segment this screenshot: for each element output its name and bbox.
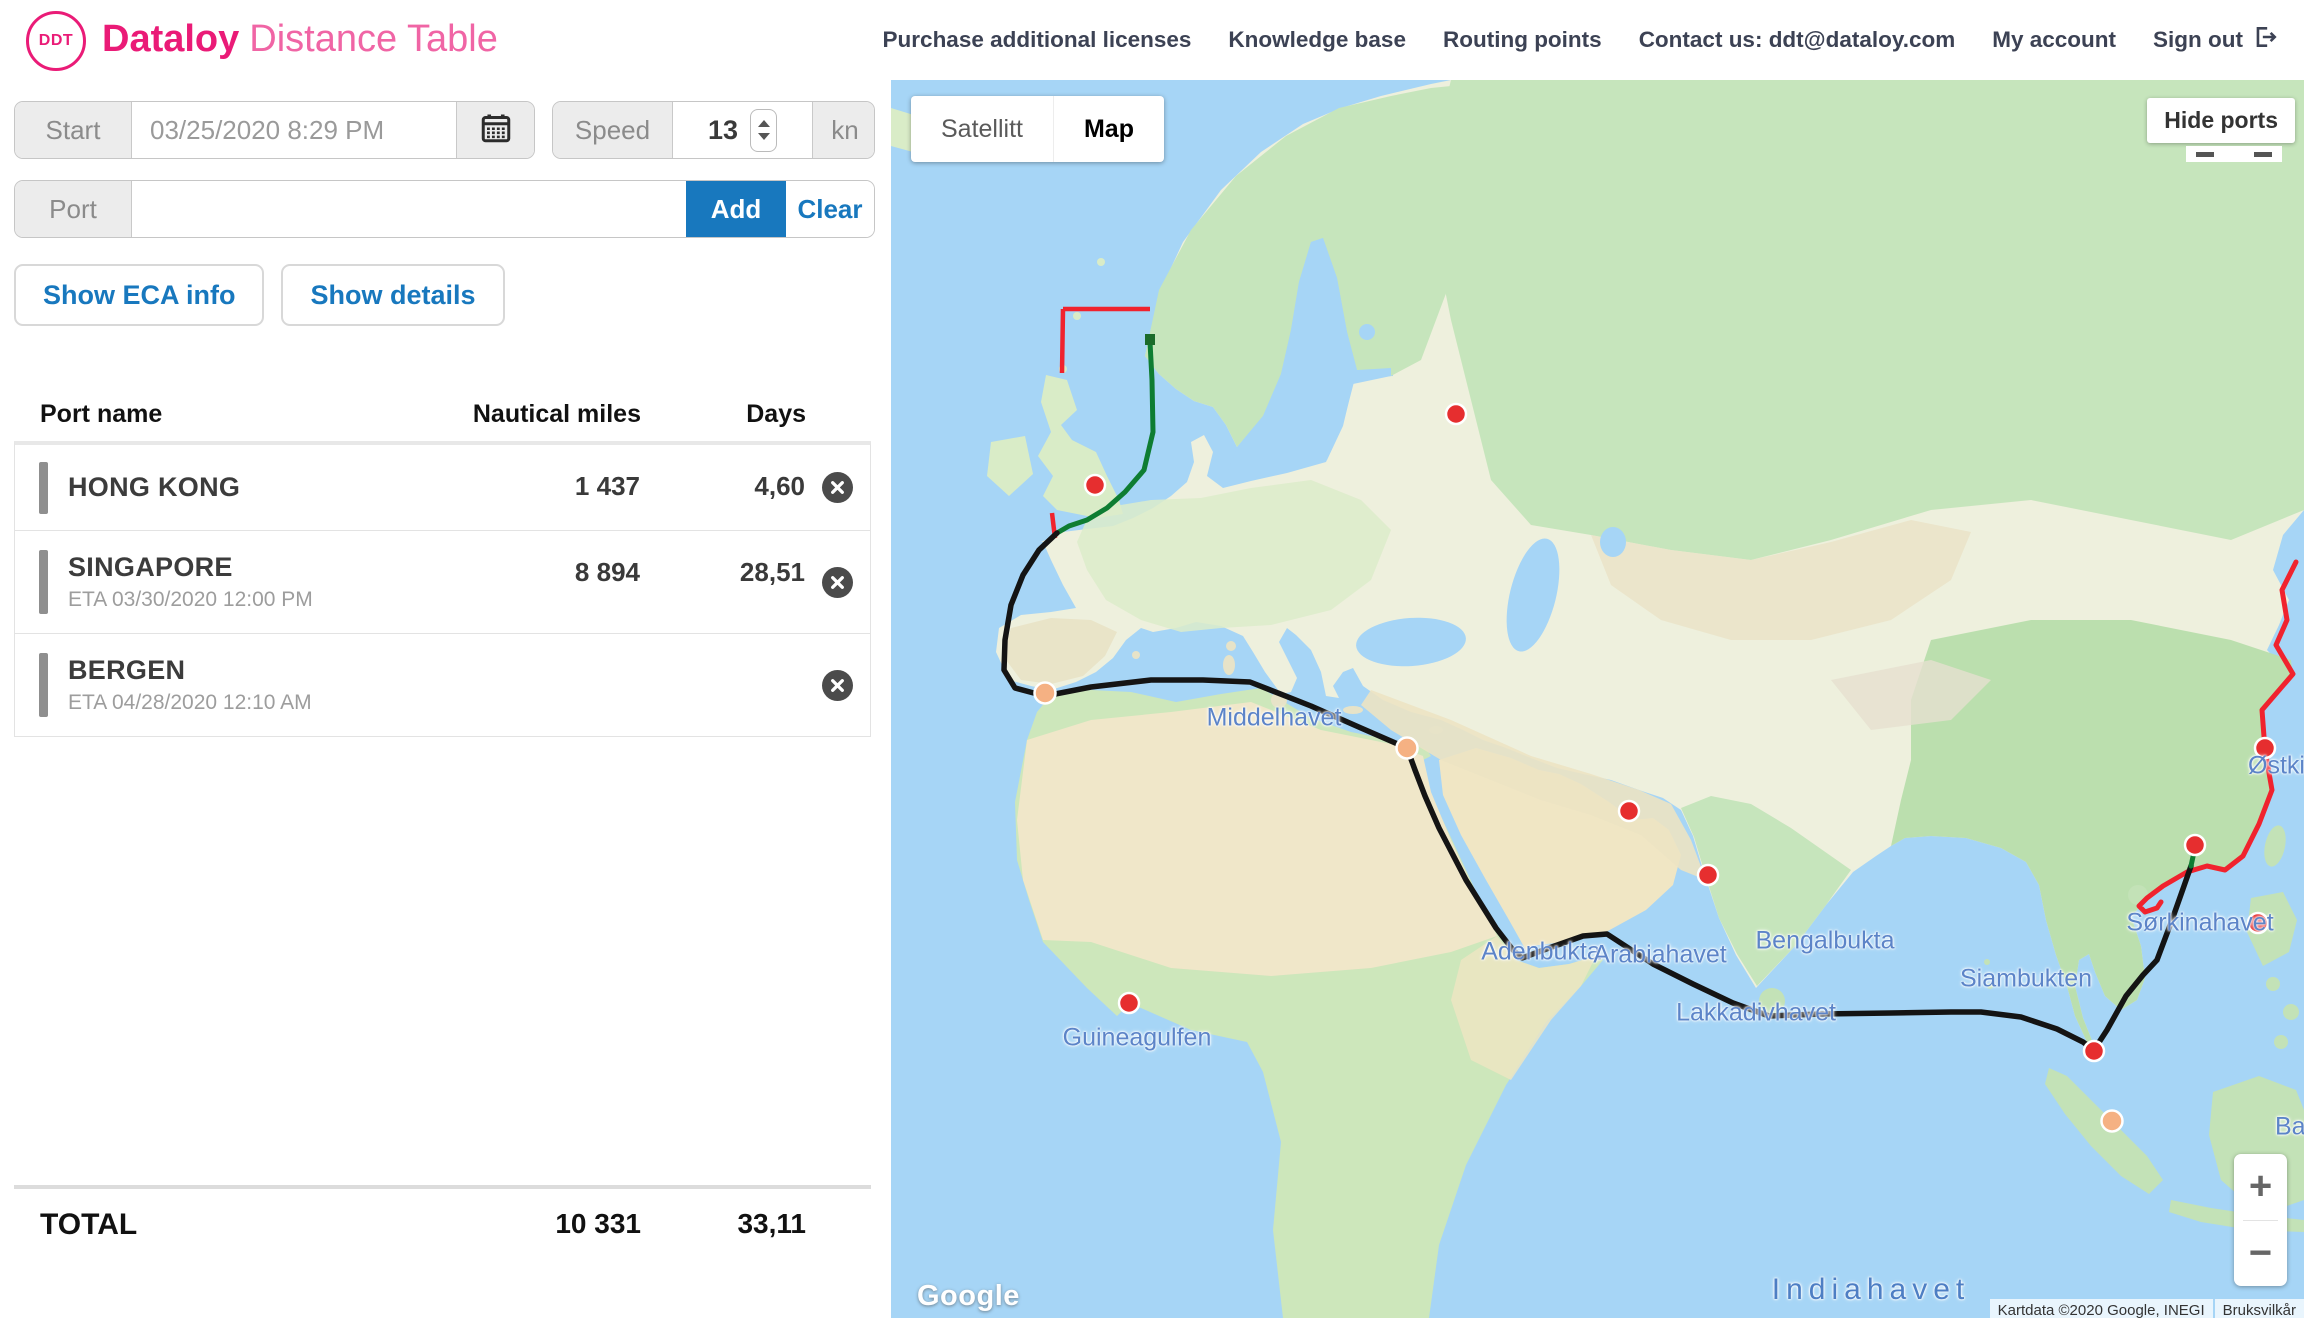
dataloy-logo-icon: DDT [26, 11, 86, 71]
zoom-in-button[interactable]: + [2234, 1154, 2287, 1220]
speed-unit: kn [812, 102, 875, 158]
map-type-satellite[interactable]: Satellitt [911, 96, 1053, 162]
col-port-name: Port name [14, 400, 431, 429]
clear-button[interactable]: Clear [786, 181, 874, 237]
show-eca-button[interactable]: Show ECA info [14, 264, 264, 326]
map-type-map[interactable]: Map [1053, 96, 1164, 162]
table-row-singapore: SINGAPORE ETA 03/30/2020 12:00 PM 8 894 2… [15, 530, 870, 633]
start-date-group: Start [14, 101, 535, 159]
nav-contact-us[interactable]: Contact us: ddt@dataloy.com [1639, 27, 1956, 53]
port-eta: ETA 04/28/2020 12:10 AM [68, 691, 430, 715]
port-input[interactable] [132, 181, 686, 237]
port-name: HONG KONG [68, 472, 430, 503]
remove-port-button[interactable] [822, 472, 853, 503]
speed-input[interactable]: 13 [673, 102, 812, 158]
nav-knowledge-base[interactable]: Knowledge base [1228, 27, 1406, 53]
total-days: 33,11 [641, 1208, 806, 1242]
calendar-icon [478, 110, 514, 151]
world-map [891, 80, 2304, 1318]
stepper-up-icon[interactable] [758, 120, 770, 127]
map-zoom-control: + − [2234, 1154, 2287, 1286]
table-row-hong-kong: HONG KONG 1 437 4,60 [15, 445, 870, 530]
row-days [640, 634, 805, 736]
nav-routing-points[interactable]: Routing points [1443, 27, 1602, 53]
brand-name: Dataloy [102, 18, 239, 60]
show-details-button[interactable]: Show details [281, 264, 504, 326]
zoom-out-button[interactable]: − [2234, 1221, 2287, 1287]
toggle-buttons: Show ECA info Show details [14, 264, 505, 326]
port-name: SINGAPORE [68, 552, 430, 583]
total-divider [14, 1185, 871, 1189]
nav-sign-out[interactable]: Sign out [2153, 24, 2278, 56]
speed-value: 13 [708, 115, 738, 146]
add-port-button[interactable]: Add [686, 181, 786, 237]
remove-port-button[interactable] [822, 670, 853, 701]
row-days: 28,51 [640, 531, 805, 633]
route-planner-panel: Start Speed 13 kn Port Add Clear Show EC… [0, 80, 891, 1318]
app-header: DDT DataloyDistance Table Purchase addit… [0, 0, 2304, 81]
sign-out-icon [2252, 24, 2278, 56]
stepper-down-icon[interactable] [758, 133, 770, 140]
map-attribution: Kartdata ©2020 Google, INEGI Bruksvilkår [1990, 1298, 2304, 1318]
speed-stepper[interactable] [750, 109, 777, 152]
row-miles: 8 894 [430, 531, 640, 633]
logo-badge: DDT [39, 32, 73, 50]
col-days: Days [641, 400, 806, 429]
hide-ports-button[interactable]: Hide ports [2147, 98, 2295, 143]
port-name: BERGEN [68, 655, 430, 686]
row-days: 4,60 [640, 445, 805, 530]
col-nautical-miles: Nautical miles [431, 400, 641, 429]
table-header: Port name Nautical miles Days [14, 400, 871, 429]
calendar-button[interactable] [456, 102, 534, 158]
map-canvas[interactable]: Middelhavet Adenbukta Arabiahavet Bengal… [891, 80, 2304, 1318]
port-list: HONG KONG 1 437 4,60 SINGAPORE ETA 03/30/… [14, 441, 871, 737]
partially-hidden-control [2186, 146, 2282, 162]
total-row: TOTAL 10 331 33,11 [14, 1208, 871, 1242]
drag-handle[interactable] [39, 462, 48, 514]
nav-my-account[interactable]: My account [1992, 27, 2116, 53]
total-miles: 10 331 [431, 1208, 641, 1242]
port-eta: ETA 03/30/2020 12:00 PM [68, 588, 430, 612]
table-row-bergen: BERGEN ETA 04/28/2020 12:10 AM [15, 633, 870, 736]
google-logo[interactable]: Google [917, 1280, 1020, 1313]
attribution-text: Kartdata ©2020 Google, INEGI [1990, 1299, 2213, 1318]
port-label: Port [15, 181, 132, 237]
remove-port-button[interactable] [822, 567, 853, 598]
start-label: Start [15, 102, 132, 158]
speed-group: Speed 13 kn [552, 101, 875, 159]
port-group: Port Add Clear [14, 180, 875, 238]
total-label: TOTAL [14, 1208, 431, 1242]
speed-label: Speed [553, 102, 673, 158]
drag-handle[interactable] [39, 653, 48, 717]
nav-purchase-licenses[interactable]: Purchase additional licenses [883, 27, 1192, 53]
start-date-input[interactable] [132, 102, 456, 158]
row-miles: 1 437 [430, 445, 640, 530]
page-title: DataloyDistance Table [102, 18, 498, 61]
terms-link[interactable]: Bruksvilkår [2215, 1299, 2304, 1318]
drag-handle[interactable] [39, 550, 48, 614]
row-miles [430, 634, 640, 736]
brand-suffix: Distance Table [249, 18, 498, 60]
top-nav: Purchase additional licenses Knowledge b… [883, 0, 2278, 80]
map-type-control: Satellitt Map [911, 96, 1164, 162]
